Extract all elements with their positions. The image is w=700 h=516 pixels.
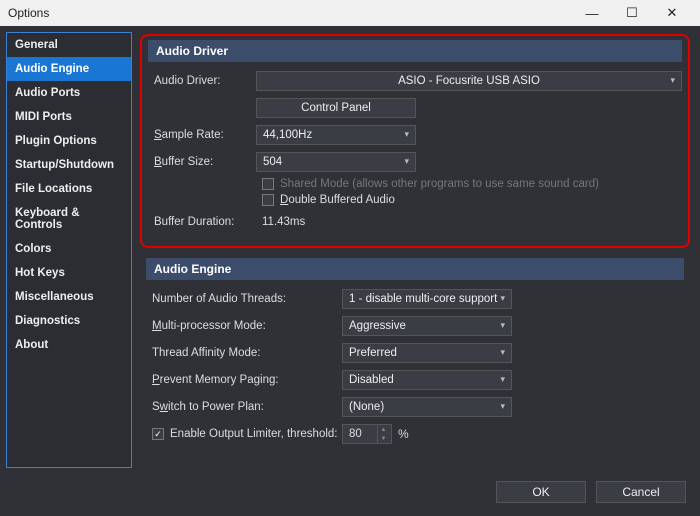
audio-threads-label: Number of Audio Threads: (146, 293, 342, 305)
double-buffered-checkbox[interactable] (262, 194, 274, 206)
audio-engine-header: Audio Engine (146, 258, 684, 280)
output-limiter-label: Enable Output Limiter, threshold: (170, 428, 338, 440)
chevron-down-icon: ▾ (500, 401, 505, 412)
audio-driver-header: Audio Driver (148, 40, 682, 62)
audio-threads-select[interactable]: 1 - disable multi-core support ▾ (342, 289, 512, 309)
sidebar-item-audio-engine[interactable]: Audio Engine (7, 57, 131, 81)
paging-select[interactable]: Disabled ▾ (342, 370, 512, 390)
chevron-down-icon: ▾ (500, 347, 505, 358)
paging-label: Prevent Memory Paging: (146, 374, 342, 386)
sidebar-item-miscellaneous[interactable]: Miscellaneous (7, 285, 131, 309)
buffer-duration-value: 11.43ms (256, 216, 305, 228)
chevron-down-icon: ▾ (404, 129, 409, 140)
close-button[interactable]: ✕ (652, 5, 692, 21)
ok-button[interactable]: OK (496, 481, 586, 503)
sidebar-item-midi-ports[interactable]: MIDI Ports (7, 105, 131, 129)
chevron-down-icon: ▾ (670, 75, 675, 86)
audio-driver-highlight: Audio Driver Audio Driver: ASIO - Focusr… (140, 34, 690, 248)
sidebar-item-colors[interactable]: Colors (7, 237, 131, 261)
spin-down-icon[interactable]: ▼ (377, 434, 389, 443)
limiter-unit: % (392, 427, 409, 441)
main-panel: Audio Driver Audio Driver: ASIO - Focusr… (138, 32, 694, 468)
maximize-button[interactable]: ☐ (612, 5, 652, 21)
output-limiter-threshold[interactable]: 80 ▲▼ (342, 424, 392, 444)
mp-mode-label: Multi-processor Mode: (146, 320, 342, 332)
spin-up-icon[interactable]: ▲ (377, 425, 389, 434)
sidebar: General Audio Engine Audio Ports MIDI Po… (6, 32, 132, 468)
sidebar-item-audio-ports[interactable]: Audio Ports (7, 81, 131, 105)
dialog-footer: OK Cancel (0, 474, 700, 510)
shared-mode-checkbox (262, 178, 274, 190)
buffer-size-select[interactable]: 504 ▾ (256, 152, 416, 172)
sample-rate-label: Sample Rate: (148, 129, 256, 141)
audio-driver-select[interactable]: ASIO - Focusrite USB ASIO ▾ (256, 71, 682, 91)
window-title: Options (8, 6, 572, 20)
power-plan-select[interactable]: (None) ▾ (342, 397, 512, 417)
mp-mode-select[interactable]: Aggressive ▾ (342, 316, 512, 336)
sidebar-item-keyboard-controls[interactable]: Keyboard & Controls (7, 201, 131, 237)
audio-driver-label: Audio Driver: (148, 75, 256, 87)
cancel-button[interactable]: Cancel (596, 481, 686, 503)
minimize-button[interactable]: — (572, 6, 612, 21)
sidebar-item-diagnostics[interactable]: Diagnostics (7, 309, 131, 333)
chevron-down-icon: ▾ (500, 320, 505, 331)
sidebar-item-file-locations[interactable]: File Locations (7, 177, 131, 201)
power-plan-label: Switch to Power Plan: (146, 401, 342, 413)
sidebar-item-hot-keys[interactable]: Hot Keys (7, 261, 131, 285)
chevron-down-icon: ▾ (500, 374, 505, 385)
chevron-down-icon: ▾ (500, 293, 505, 304)
buffer-size-label: Buffer Size: (148, 156, 256, 168)
output-limiter-checkbox[interactable]: ✓ (152, 428, 164, 440)
chevron-down-icon: ▾ (404, 156, 409, 167)
affinity-select[interactable]: Preferred ▾ (342, 343, 512, 363)
shared-mode-label: Shared Mode (allows other programs to us… (280, 178, 599, 190)
control-panel-button[interactable]: Control Panel (256, 98, 416, 118)
buffer-duration-label: Buffer Duration: (148, 216, 256, 228)
affinity-label: Thread Affinity Mode: (146, 347, 342, 359)
sidebar-item-plugin-options[interactable]: Plugin Options (7, 129, 131, 153)
double-buffered-label: Double Buffered Audio (280, 194, 395, 206)
title-bar: Options — ☐ ✕ (0, 0, 700, 26)
sidebar-item-startup-shutdown[interactable]: Startup/Shutdown (7, 153, 131, 177)
sidebar-item-about[interactable]: About (7, 333, 131, 357)
sidebar-item-general[interactable]: General (7, 33, 131, 57)
sample-rate-select[interactable]: 44,100Hz ▾ (256, 125, 416, 145)
